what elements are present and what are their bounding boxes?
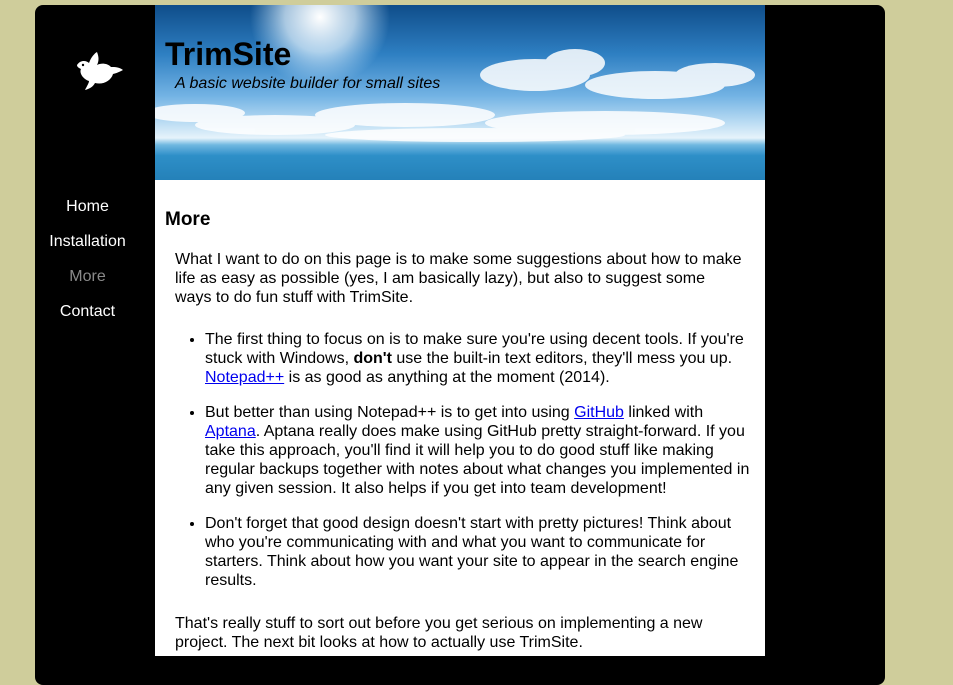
site-tagline: A basic website builder for small sites bbox=[175, 75, 441, 92]
list-item-text: linked with bbox=[623, 404, 704, 421]
aptana-link[interactable]: Aptana bbox=[205, 423, 256, 440]
emphasis-text: don't bbox=[353, 350, 392, 367]
list-item-text: use the built-in text editors, they'll m… bbox=[391, 350, 733, 367]
list-item: The first thing to focus on is to make s… bbox=[205, 330, 755, 387]
intro-paragraph: What I want to do on this page is to mak… bbox=[175, 251, 742, 306]
sidebar: Home Installation More Contact bbox=[35, 5, 155, 656]
main-nav: Home Installation More Contact bbox=[35, 195, 140, 335]
nav-item-more[interactable]: More bbox=[35, 265, 140, 300]
dove-icon[interactable] bbox=[71, 43, 125, 91]
list-item: Don't forget that good design doesn't st… bbox=[205, 514, 755, 590]
header-banner: TrimSite A basic website builder for sma… bbox=[155, 5, 765, 180]
tips-list: The first thing to focus on is to make s… bbox=[165, 330, 755, 590]
main-content: TrimSite A basic website builder for sma… bbox=[155, 5, 765, 656]
list-item-text: But better than using Notepad++ is to ge… bbox=[205, 404, 575, 421]
notepad-link[interactable]: Notepad++ bbox=[205, 369, 284, 386]
nav-item-installation[interactable]: Installation bbox=[35, 230, 140, 265]
list-item-text: . Aptana really does make using GitHub p… bbox=[205, 423, 750, 497]
list-item-text: is as good as anything at the moment (20… bbox=[284, 369, 610, 386]
nav-item-contact[interactable]: Contact bbox=[35, 300, 140, 335]
article: More What I want to do on this page is t… bbox=[155, 208, 765, 652]
github-link[interactable]: GitHub bbox=[574, 404, 624, 421]
site-title[interactable]: TrimSite bbox=[165, 35, 291, 73]
nav-item-home[interactable]: Home bbox=[35, 195, 140, 230]
outro-paragraph: That's really stuff to sort out before y… bbox=[175, 615, 703, 651]
list-item: But better than using Notepad++ is to ge… bbox=[205, 403, 755, 498]
page-heading: More bbox=[165, 209, 211, 230]
